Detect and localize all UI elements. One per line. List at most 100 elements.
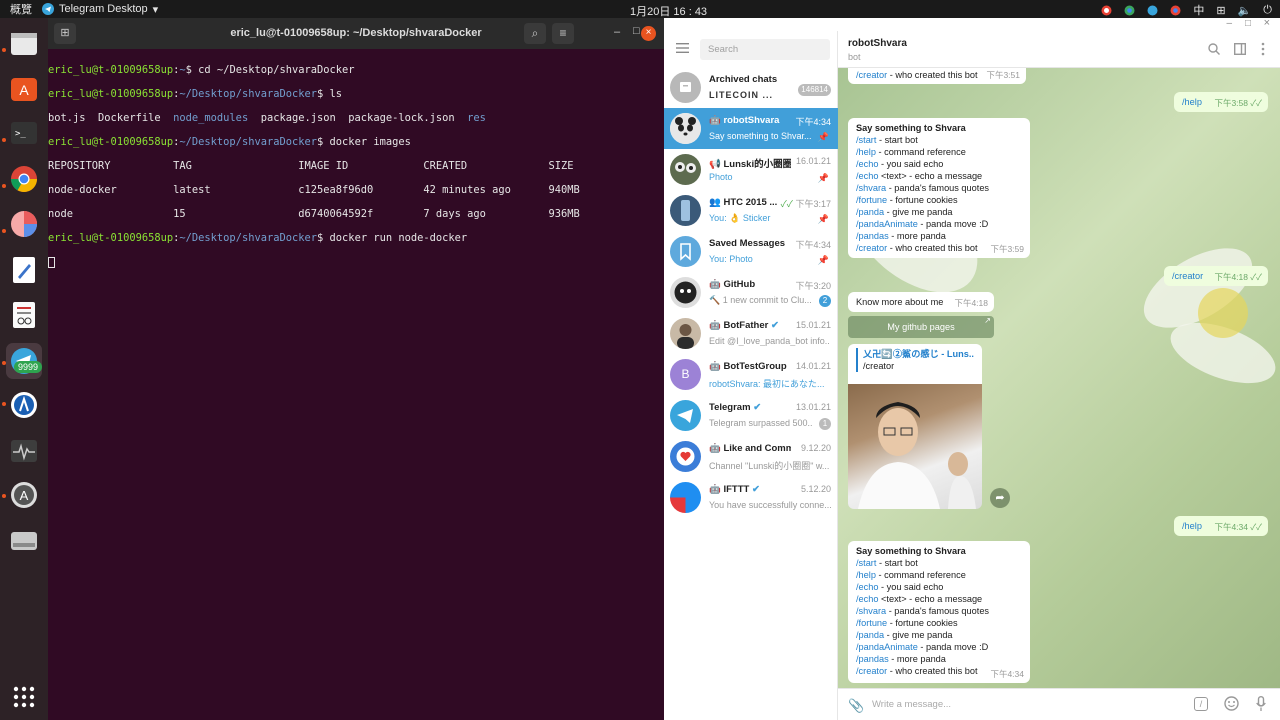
chrome-tray-icon[interactable] xyxy=(1124,5,1135,16)
close-button[interactable]: × xyxy=(1264,17,1270,29)
terminal-icon[interactable]: >_ xyxy=(8,117,40,149)
search-button[interactable]: ⌕ xyxy=(524,23,546,44)
message-bubble-outgoing[interactable]: /help 下午4:34 ✓✓ xyxy=(1174,516,1268,536)
software-updater-icon[interactable]: A xyxy=(8,479,40,511)
chat-item-htc[interactable]: 👥 HTC 2015 ... ✓✓ 下午3:17 You: 👌 Sticker … xyxy=(664,190,838,231)
terminal-line: node-docker latest c125ea8f96d0 42 minut… xyxy=(48,184,580,196)
chat-name: 🤖 Like and Comm... xyxy=(709,443,791,454)
help-line: /fortune - fortune cookies xyxy=(856,195,958,205)
message-bubble[interactable]: /creator - who created this bot 下午3:51 xyxy=(848,68,1026,84)
activities-button[interactable]: 概覽 xyxy=(0,1,42,17)
forward-button[interactable]: ➦ xyxy=(990,488,1010,508)
chrome-icon[interactable] xyxy=(1170,5,1181,16)
double-check-icon: ✓✓ xyxy=(1250,98,1262,108)
chat-status: bot xyxy=(848,52,861,62)
sidebar-toggle-icon[interactable] xyxy=(1234,43,1246,55)
hamburger-menu-icon[interactable] xyxy=(676,43,689,53)
software-store-icon[interactable]: A xyxy=(8,72,40,104)
window-controls: – □ × xyxy=(664,17,1280,31)
chat-item-github[interactable]: 🤖 GitHub 下午3:20 🔨 1 new commit to Clu...… xyxy=(664,272,838,313)
chat-preview: Edit @I_love_panda_bot info... xyxy=(709,336,829,346)
close-button[interactable]: × xyxy=(641,26,656,41)
group-icon: 👥 xyxy=(709,197,724,208)
message-bubble-outgoing[interactable]: /creator 下午4:18 ✓✓ xyxy=(1164,266,1268,286)
search-icon[interactable] xyxy=(1208,43,1220,55)
chat-time: 15.01.21 xyxy=(795,320,831,330)
network-icon[interactable]: ⊞ xyxy=(1216,4,1225,17)
chat-item-bottestgroup[interactable]: B 🤖 BotTestGroup 14.01.21 robotShvara: 最… xyxy=(664,354,838,395)
drive-icon[interactable] xyxy=(8,525,40,557)
chat-preview: 🔨 1 new commit to Clu... xyxy=(709,295,812,305)
svg-text:A: A xyxy=(19,82,29,98)
message-area[interactable]: /creator - who created this bot 下午3:51 /… xyxy=(838,68,1280,688)
help-line: /fortune - fortune cookies xyxy=(856,618,958,628)
help-line: /pandaAnimate - panda move :D xyxy=(856,642,989,652)
attach-icon[interactable]: 📎 xyxy=(848,698,864,714)
double-check-icon: ✓✓ xyxy=(1250,522,1262,532)
chat-item-botfather[interactable]: 🤖 BotFather ✔ 15.01.21 Edit @I_love_pand… xyxy=(664,313,838,354)
message-bubble[interactable]: Know more about me 下午4:18 xyxy=(848,292,994,312)
android-studio-icon[interactable] xyxy=(8,389,40,421)
chat-item-archived[interactable]: Archived chats LITECOIN ... 146814 xyxy=(664,67,838,108)
help-line: /shvara - panda's famous quotes xyxy=(856,183,990,193)
message-bubble[interactable]: Say something to Shvara /start - start b… xyxy=(848,118,1030,258)
bot-icon: 🤖 xyxy=(709,484,724,495)
emoji-icon[interactable] xyxy=(1224,696,1239,711)
volume-icon[interactable]: 🔈 xyxy=(1238,4,1252,17)
bot-icon: 🤖 xyxy=(709,443,724,454)
chat-item-lunski[interactable]: 📢 Lunski的小圈圈 16.01.21 Photo 📌 xyxy=(664,149,838,190)
terminal-window[interactable]: ⊞ eric_lu@t-01009658up: ~/Desktop/shvara… xyxy=(48,18,664,720)
app-menu[interactable]: Telegram Desktop ▾ xyxy=(42,3,158,16)
telegram-window[interactable]: – □ × Search Archived chats LITECOIN ...… xyxy=(664,17,1280,720)
chat-item-ifttt[interactable]: 🤖 IFTTT ✔ 5.12.20 You have successfully … xyxy=(664,477,838,518)
photo-message[interactable] xyxy=(848,384,982,509)
pin-icon: 📌 xyxy=(817,132,829,142)
microphone-icon[interactable] xyxy=(1256,696,1266,712)
chat-time: 14.01.21 xyxy=(795,361,831,371)
document-viewer-icon[interactable] xyxy=(8,299,40,331)
maximize-button[interactable]: □ xyxy=(1245,18,1251,29)
system-monitor-icon[interactable] xyxy=(8,435,40,467)
message-input[interactable]: Write a message... xyxy=(872,699,1172,710)
text-editor-icon[interactable] xyxy=(8,254,40,286)
show-apps-icon[interactable] xyxy=(8,681,40,713)
input-method[interactable]: 中 xyxy=(1193,2,1204,18)
minimize-button[interactable]: – xyxy=(614,26,620,38)
more-icon[interactable] xyxy=(1261,42,1265,56)
minimize-button[interactable]: – xyxy=(1226,18,1232,29)
chat-name: 🤖 robotShvara xyxy=(709,115,780,126)
terminal-output[interactable]: eric_lu@t-01009658up:~$ cd ~/Desktop/shv… xyxy=(48,49,664,292)
chat-name: 🤖 BotTestGroup xyxy=(709,361,787,372)
color-picker-icon[interactable] xyxy=(8,208,40,240)
chat-name: 🤖 BotFather ✔ xyxy=(709,320,779,331)
search-input[interactable]: Search xyxy=(700,39,830,60)
inline-url-button[interactable]: My github pages ↗ xyxy=(848,316,994,338)
telegram-tray-icon[interactable] xyxy=(1147,5,1158,16)
chat-item-robotshvara[interactable]: 🤖 robotShvara 下午4:34 Say something to Sh… xyxy=(664,108,838,149)
unread-badge: 2 xyxy=(819,295,831,307)
bot-commands-icon[interactable]: / xyxy=(1194,697,1208,711)
chrome-dock-icon[interactable] xyxy=(8,163,40,195)
help-line: /start - start bot xyxy=(856,558,918,568)
chat-time: 9.12.20 xyxy=(800,443,831,453)
files-icon[interactable] xyxy=(8,27,40,59)
maximize-button[interactable]: □ xyxy=(633,25,640,37)
chat-preview: Telegram surpassed 500... xyxy=(709,418,813,428)
background-flower-center xyxy=(1198,288,1248,338)
power-icon[interactable]: ⏻ xyxy=(1263,4,1272,17)
message-bubble-outgoing[interactable]: /help 下午3:58 ✓✓ xyxy=(1174,92,1268,112)
message-bubble[interactable]: Say something to Shvara /start - start b… xyxy=(848,541,1030,683)
pin-icon: 📌 xyxy=(817,214,829,224)
menu-button[interactable]: ≡ xyxy=(552,23,574,44)
clock[interactable]: 1月20日 16 : 43 xyxy=(630,3,707,19)
double-check-icon: ✓✓ xyxy=(780,199,793,209)
chat-title[interactable]: robotShvara xyxy=(848,38,907,49)
chat-item-telegram[interactable]: Telegram ✔ 13.01.21 Telegram surpassed 5… xyxy=(664,395,838,436)
chat-item-saved[interactable]: Saved Messages 下午4:34 You: Photo 📌 xyxy=(664,231,838,272)
google-icon[interactable] xyxy=(1101,5,1112,16)
chat-item-like-comment[interactable]: 🤖 Like and Comm... 9.12.20 Channel "Luns… xyxy=(664,436,838,477)
chat-time: 下午4:34 xyxy=(795,240,831,250)
terminal-line: eric_lu@t-01009658up:~/Desktop/shvaraDoc… xyxy=(48,136,411,148)
terminal-cursor xyxy=(48,256,664,268)
reply-preview[interactable]: 乂卍🔄②鯊の感じ - Luns... /creator xyxy=(848,344,982,384)
